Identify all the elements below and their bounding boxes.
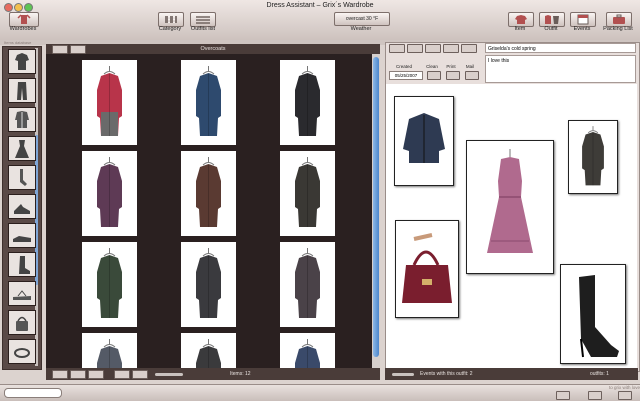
item-thumbnail[interactable] (181, 151, 236, 236)
status-button-2[interactable] (588, 391, 602, 400)
item-thumbnail[interactable] (82, 242, 137, 327)
grid-title: Overcoats (200, 46, 226, 52)
outfit-name-field[interactable]: Griselda's cold spring (485, 43, 636, 53)
packing-list-label: Packing List (603, 26, 633, 32)
dresses-icon (15, 140, 29, 158)
jackets-icon (15, 111, 29, 128)
list-icon (196, 16, 210, 24)
outfit-button[interactable] (539, 12, 565, 27)
mail-label: Mail (465, 64, 475, 69)
outfit-piece-dress[interactable] (466, 140, 554, 274)
created-label: Created (395, 64, 412, 69)
status-text: to grix with love (608, 385, 640, 390)
events-icon (577, 14, 589, 25)
category-item-sandals[interactable] (8, 281, 36, 306)
category-item-flats[interactable] (8, 223, 36, 248)
item-thumbnail[interactable] (280, 60, 335, 145)
category-item-jackets[interactable] (8, 107, 36, 132)
outfit-delete-button[interactable] (407, 44, 423, 53)
category-item-pants[interactable] (8, 78, 36, 103)
item-thumbnail[interactable] (181, 333, 236, 368)
weather-label: Weather (350, 26, 372, 32)
strip-label: Items database (4, 40, 32, 45)
outfits-count: outfits: 1 (590, 371, 609, 377)
category-item-hosiery[interactable] (8, 165, 36, 190)
category-item-boots[interactable] (8, 252, 36, 277)
item-thumbnail[interactable] (280, 242, 335, 327)
category-item-accessories[interactable] (8, 339, 36, 364)
category-item-tops[interactable] (8, 49, 36, 74)
outfit-forward-button[interactable] (443, 44, 459, 53)
pants-icon (17, 82, 27, 100)
wardrobes-label: Wardrobes (9, 26, 37, 32)
item-button[interactable] (508, 12, 534, 27)
items-count: Items: 12 (230, 371, 251, 377)
zoom-slider[interactable] (155, 373, 183, 376)
outfit-zoom-slider[interactable] (392, 373, 414, 376)
print-label: Print (446, 64, 456, 69)
outfits-list-button[interactable] (190, 12, 216, 27)
item-thumbnail[interactable] (82, 60, 137, 145)
window-title: Dress Assistant – Grix´s Wardrobe (266, 2, 374, 9)
events-button[interactable] (570, 12, 596, 27)
grid-scroll-thumb[interactable] (373, 57, 379, 357)
wardrobes-button[interactable] (9, 12, 39, 27)
footer-button-5[interactable] (132, 370, 148, 379)
accessories-icon (14, 348, 30, 358)
category-item-bags[interactable] (8, 310, 36, 335)
item-thumbnail[interactable] (280, 151, 335, 236)
items-grid (46, 54, 374, 368)
created-date-field[interactable]: 05/25/2007 (389, 71, 423, 80)
outfit-piece-coat[interactable] (568, 120, 618, 194)
packing-icon (613, 14, 625, 24)
status-button-1[interactable] (556, 391, 570, 400)
clean-label: Clean (426, 64, 438, 69)
item-thumbnail[interactable] (181, 60, 236, 145)
item-icon (515, 15, 527, 24)
flats-icon (13, 236, 31, 242)
weather-field[interactable]: overcast 30 °F (334, 12, 390, 26)
outfit-notes-field[interactable]: I love this (485, 55, 636, 83)
category-item-dresses[interactable] (8, 136, 36, 161)
sandals-icon (13, 290, 31, 300)
footer-button-4[interactable] (114, 370, 130, 379)
grid-icon (165, 16, 177, 23)
outfit-add-button[interactable] (389, 44, 405, 53)
item-thumbnail[interactable] (280, 333, 335, 368)
tops-icon (15, 53, 29, 70)
print-button[interactable] (446, 71, 460, 80)
category-item-shoes[interactable] (8, 194, 36, 219)
hosiery-icon (20, 169, 27, 186)
events-label: Events (573, 26, 591, 32)
clean-button[interactable] (427, 71, 441, 80)
outfit-back-button[interactable] (425, 44, 441, 53)
item-thumbnail[interactable] (181, 242, 236, 327)
wardrobe-icon (17, 14, 31, 24)
category-label: Category (158, 26, 182, 32)
footer-button-3[interactable] (88, 370, 104, 379)
search-input[interactable] (4, 388, 62, 398)
boots-icon (19, 256, 30, 274)
outfit-icon (545, 15, 559, 24)
item-thumbnail[interactable] (82, 333, 137, 368)
item-thumbnail[interactable] (82, 151, 137, 236)
outfit-piece-boot[interactable] (560, 264, 626, 364)
status-button-3[interactable] (618, 391, 632, 400)
bags-icon (16, 316, 28, 331)
outfit-piece-bag[interactable] (395, 220, 459, 318)
outfit-piece-cardigan[interactable] (394, 96, 454, 186)
footer-button-1[interactable] (52, 370, 68, 379)
packing-list-button[interactable] (606, 12, 632, 27)
footer-button-2[interactable] (70, 370, 86, 379)
outfits-list-label: Outfits list (190, 26, 216, 32)
category-button[interactable] (158, 12, 184, 27)
shoes-icon (14, 204, 30, 214)
outfit-more-button[interactable] (461, 44, 477, 53)
events-count: Events with this outfit: 2 (420, 371, 473, 377)
mail-button[interactable] (465, 71, 479, 80)
